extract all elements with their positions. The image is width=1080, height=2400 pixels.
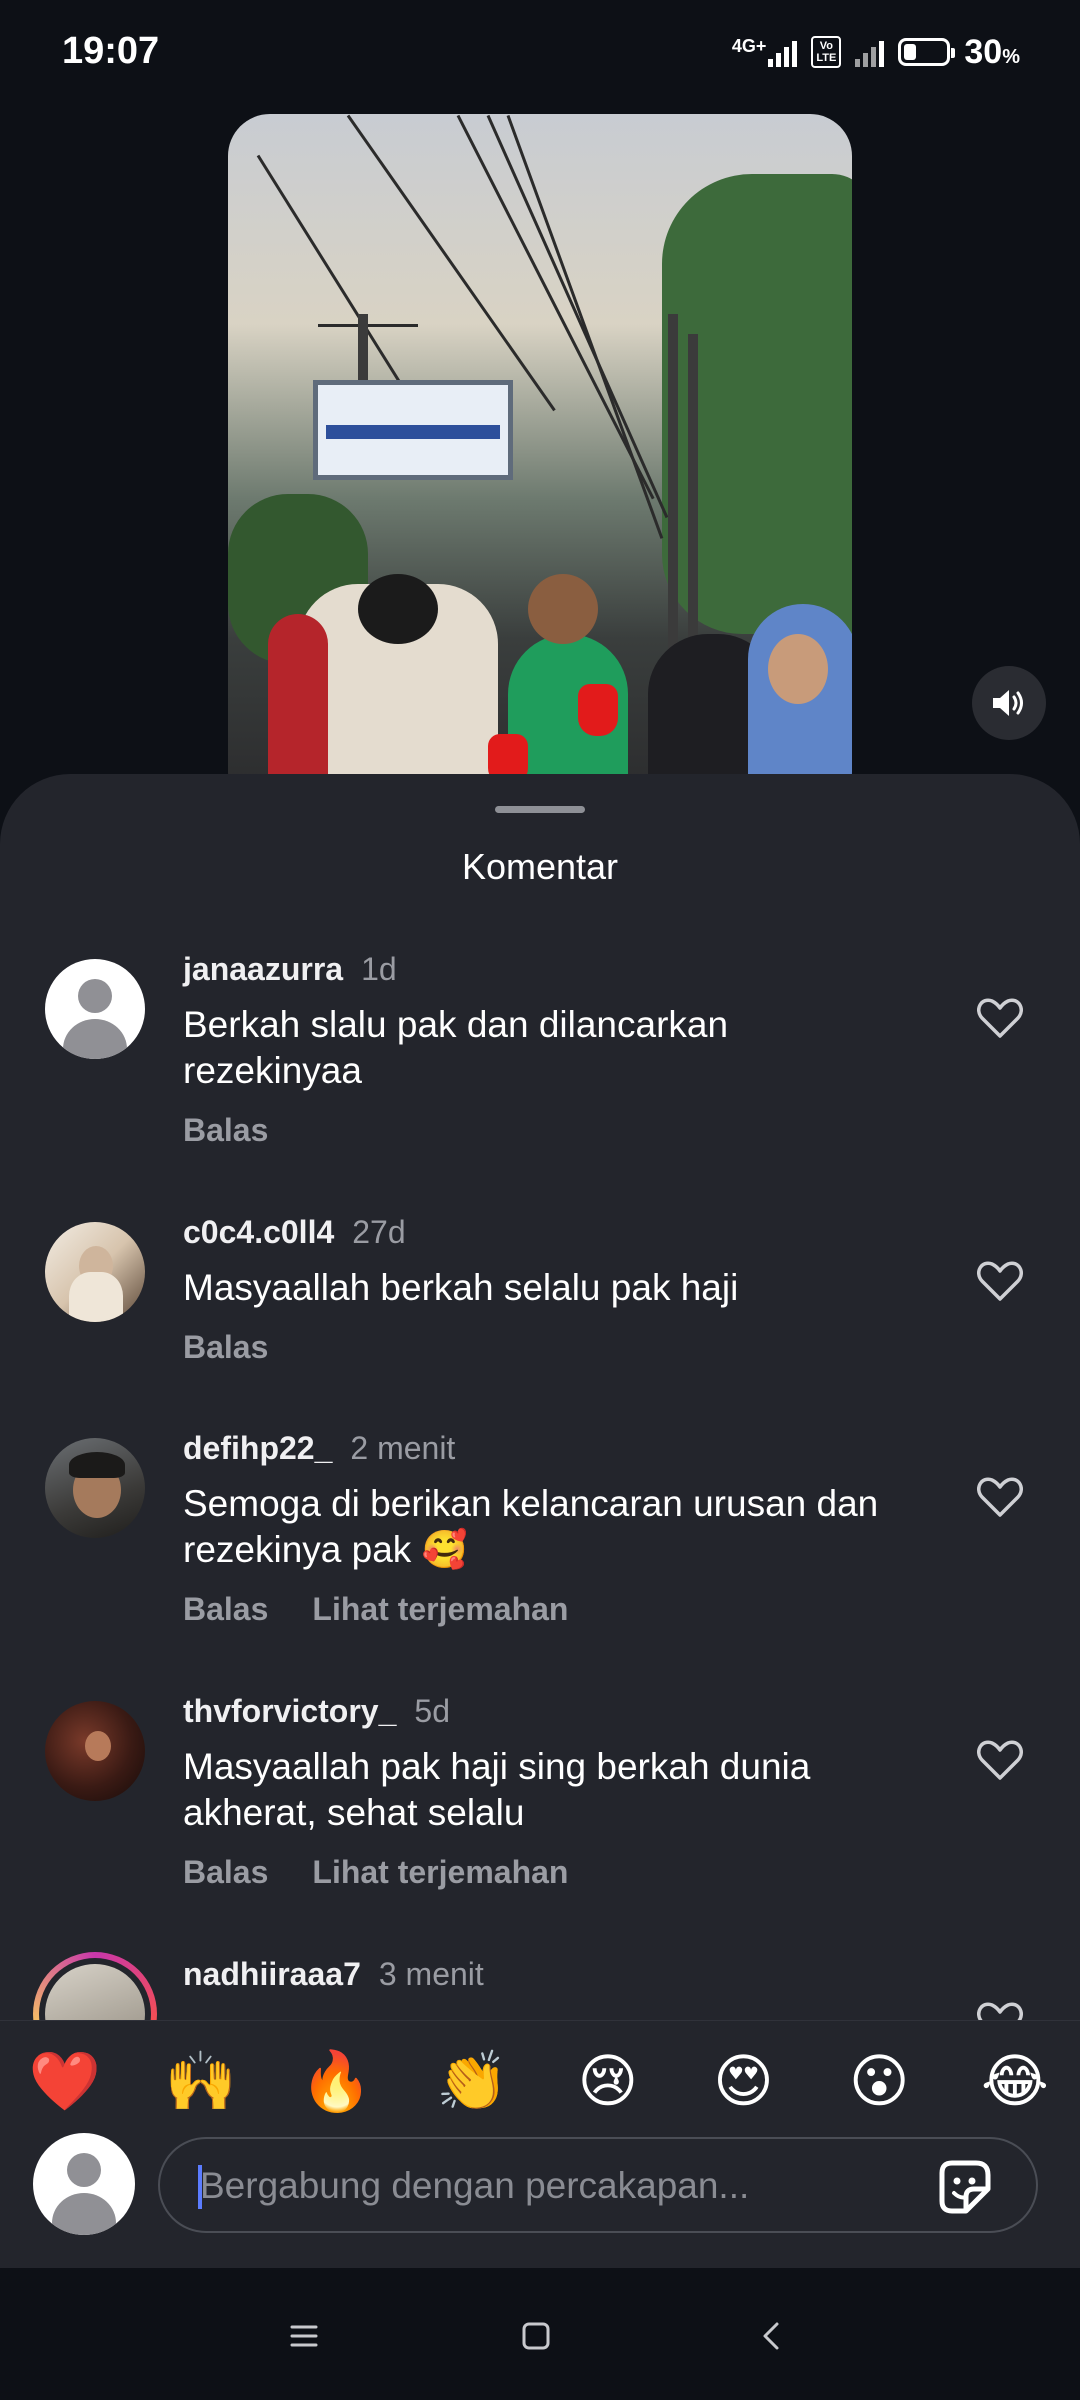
reply-button[interactable]: Balas <box>183 1591 268 1627</box>
comment-composer: ❤️ 🙌 🔥 👏 😢 😍 😮 😂 Bergabung dengan percak… <box>0 2020 1080 2269</box>
comment-text: Semoga di berikan kelancaran urusan dan … <box>183 1483 879 1570</box>
comment-time: 2 menit <box>350 1430 456 1466</box>
emoji-clap[interactable]: 👏 <box>427 2047 517 2117</box>
comment-text: Masyaallah berkah selalu pak haji <box>183 1267 739 1308</box>
menu-icon[interactable] <box>284 2316 324 2356</box>
reply-button[interactable]: Balas <box>183 1329 268 1365</box>
heart-outline-icon[interactable] <box>976 1259 1024 1303</box>
status-icons: 4G+ Vo LTE 30% <box>732 32 1020 72</box>
avatar[interactable] <box>45 1222 145 1322</box>
avatar[interactable] <box>45 1438 145 1538</box>
comment-username[interactable]: nadhiiraaa7 <box>183 1956 361 1992</box>
status-bar: 19:07 4G+ Vo LTE 30% <box>0 0 1080 104</box>
comment-username[interactable]: janaazurra <box>183 951 343 987</box>
sheet-title: Komentar <box>461 846 619 887</box>
emoji-crying[interactable]: 😢 <box>563 2047 653 2117</box>
heart-outline-icon[interactable] <box>976 1738 1024 1782</box>
sheet-drag-handle[interactable] <box>495 806 585 813</box>
avatar[interactable] <box>45 1701 145 1801</box>
status-time: 19:07 <box>62 30 160 72</box>
comment-time: 27d <box>352 1214 406 1250</box>
sound-on-icon <box>993 690 1023 716</box>
sticker-icon[interactable] <box>932 2155 996 2219</box>
emoji-laughing[interactable]: 😂 <box>970 2047 1060 2117</box>
emoji-raised-hands[interactable]: 🙌 <box>156 2047 246 2117</box>
comment-input-placeholder: Bergabung dengan percakapan... <box>200 2165 750 2206</box>
comment-text: Masyaallah pak haji sing berkah dunia ak… <box>183 1746 811 1833</box>
sound-toggle-button[interactable] <box>972 666 1046 740</box>
comment-time: 1d <box>361 951 397 987</box>
video-sign <box>313 380 513 480</box>
composer-avatar <box>33 2133 135 2235</box>
avatar[interactable] <box>45 959 145 1059</box>
home-square-icon[interactable] <box>516 2316 556 2356</box>
comment-text: Berkah slalu pak dan dilancarkan rezekin… <box>183 1004 729 1091</box>
emoji-fire[interactable]: 🔥 <box>291 2047 381 2117</box>
battery-percent: 30% <box>964 32 1020 71</box>
network-type: 4G+ <box>731 36 767 56</box>
battery-icon <box>898 38 956 66</box>
network-indicator: 4G+ <box>732 37 798 67</box>
volte-icon: Vo LTE <box>811 36 842 68</box>
system-nav-bar <box>0 2268 1080 2400</box>
signal-icon-2 <box>855 37 885 67</box>
emoji-heart[interactable]: ❤️ <box>20 2047 110 2117</box>
reply-button[interactable]: Balas <box>183 1854 268 1890</box>
comment-input[interactable]: Bergabung dengan percakapan... <box>158 2137 1038 2233</box>
emoji-quick-bar: ❤️ 🙌 🔥 👏 😢 😍 😮 😂 <box>20 2047 1060 2117</box>
heart-outline-icon[interactable] <box>976 996 1024 1040</box>
heart-outline-icon[interactable] <box>976 1475 1024 1519</box>
translate-button[interactable]: Lihat terjemahan <box>312 1591 568 1627</box>
emoji-surprised[interactable]: 😮 <box>834 2047 924 2117</box>
comment-username[interactable]: defihp22_ <box>183 1430 332 1466</box>
video-preview[interactable] <box>228 114 852 814</box>
reply-button[interactable]: Balas <box>183 1112 268 1148</box>
comment-username[interactable]: thvforvictory_ <box>183 1693 396 1729</box>
signal-icon <box>768 37 798 67</box>
comment-time: 5d <box>414 1693 450 1729</box>
emoji-heart-eyes[interactable]: 😍 <box>699 2047 789 2117</box>
comment-username[interactable]: c0c4.c0ll4 <box>183 1214 334 1250</box>
back-chevron-icon[interactable] <box>752 2316 792 2356</box>
comment-time: 3 menit <box>378 1956 484 1992</box>
translate-button[interactable]: Lihat terjemahan <box>312 1854 568 1890</box>
